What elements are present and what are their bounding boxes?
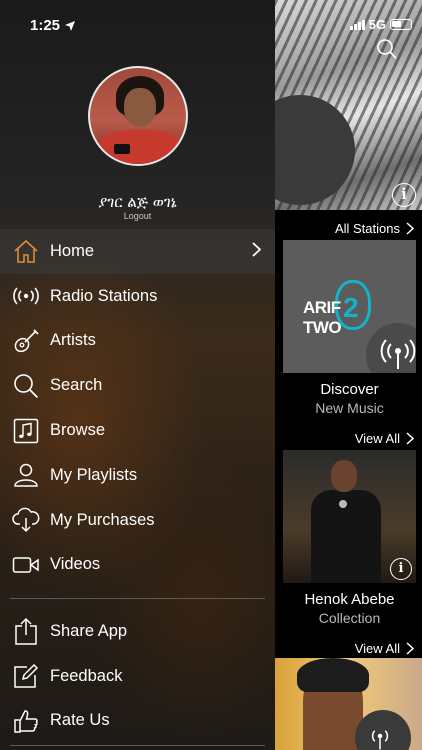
chevron-right-icon: [406, 222, 414, 235]
status-time: 1:25: [30, 17, 61, 34]
tile-title: Henok Abebe: [304, 591, 395, 608]
menu-item-videos[interactable]: Videos: [0, 543, 275, 588]
search-icon[interactable]: [376, 38, 398, 60]
status-bar-left: 1:25: [30, 17, 76, 34]
menu-item-radio-stations[interactable]: Radio Stations: [0, 274, 275, 319]
edit-icon: [12, 662, 40, 690]
chevron-right-icon: [252, 242, 261, 257]
menu-item-rate-us[interactable]: Rate Us: [0, 699, 275, 744]
menu-item-label: Home: [50, 241, 95, 260]
tile-subtitle: Collection: [318, 610, 381, 626]
arif-two-artwork: ARIFTWO 2: [283, 240, 416, 373]
menu-item-label: Search: [50, 376, 103, 395]
menu-divider: [10, 598, 265, 599]
menu-item-artists[interactable]: Artists: [0, 319, 275, 364]
person-icon: [12, 461, 40, 489]
menu-item-home[interactable]: Home: [0, 229, 275, 274]
search-icon: [12, 372, 40, 400]
all-stations-link[interactable]: All Stations: [335, 221, 414, 236]
radio-broadcast-icon: [380, 339, 416, 369]
logout-link[interactable]: Logout: [0, 211, 275, 221]
menu-item-browse[interactable]: Browse: [0, 408, 275, 453]
menu-item-label: My Playlists: [50, 465, 138, 484]
battery-icon: [390, 19, 412, 30]
view-all-link[interactable]: View All: [355, 641, 414, 656]
share-icon: [12, 617, 40, 646]
cloud-download-icon: [12, 506, 40, 534]
menu-divider: [10, 745, 265, 746]
info-icon[interactable]: i: [392, 183, 416, 207]
radio-broadcast-icon: [12, 282, 40, 310]
menu-item-label: Browse: [50, 421, 106, 440]
menu-item-search[interactable]: Search: [0, 363, 275, 408]
home-icon: [12, 237, 40, 265]
tile-title: Discover: [320, 381, 379, 398]
main-content: 5G i All Stations ARIFTWO 2 Discover New…: [275, 0, 422, 750]
info-icon[interactable]: i: [390, 558, 412, 580]
chevron-right-icon: [406, 642, 414, 655]
menu-item-label: Videos: [50, 555, 101, 574]
discover-tile[interactable]: ARIFTWO 2 Discover New Music: [283, 240, 416, 416]
menu-item-label: Artists: [50, 331, 96, 350]
user-name: ያገር ልጅ ወገኔ: [98, 193, 177, 211]
radio-broadcast-icon: [371, 730, 389, 750]
view-all-label: View All: [354, 431, 400, 446]
menu-item-share-app[interactable]: Share App: [0, 609, 275, 654]
menu-item-feedback[interactable]: Feedback: [0, 654, 275, 699]
menu-item-label: Radio Stations: [50, 286, 158, 305]
album-artwork-strip[interactable]: [275, 658, 422, 750]
thumbs-up-icon: [12, 707, 40, 735]
location-arrow-icon: [65, 20, 76, 31]
menu-item-my-playlists[interactable]: My Playlists: [0, 453, 275, 498]
signal-icon: [349, 19, 365, 30]
artwork-number: 2: [343, 292, 359, 323]
status-bar-right: 5G: [349, 17, 412, 32]
avatar[interactable]: [88, 66, 188, 166]
menu-item-my-purchases[interactable]: My Purchases: [0, 498, 275, 543]
menu-item-label: Feedback: [50, 666, 123, 685]
side-drawer: 1:25 ያገር ልጅ ወገኔ Logout Home Radio Statio…: [0, 0, 275, 750]
radio-play-button[interactable]: [355, 710, 411, 750]
all-stations-label: All Stations: [334, 221, 400, 236]
video-camera-icon: [12, 551, 40, 579]
tile-subtitle: New Music: [315, 400, 384, 416]
view-all-label: View All: [354, 641, 400, 656]
guitar-icon: [12, 327, 40, 355]
secondary-menu: Share App Feedback Rate Us: [0, 609, 275, 743]
chevron-right-icon: [406, 432, 414, 445]
view-all-link[interactable]: View All: [355, 431, 414, 446]
network-label: 5G: [368, 17, 386, 32]
menu-item-label: Share App: [50, 621, 128, 640]
main-menu: Home Radio Stations Artists Search Brows…: [0, 229, 275, 587]
menu-item-label: My Purchases: [50, 510, 155, 529]
music-note-icon: [12, 417, 40, 445]
menu-item-label: Rate Us: [50, 711, 110, 730]
henok-abebe-tile[interactable]: Henok Abebe Collection: [283, 450, 416, 626]
